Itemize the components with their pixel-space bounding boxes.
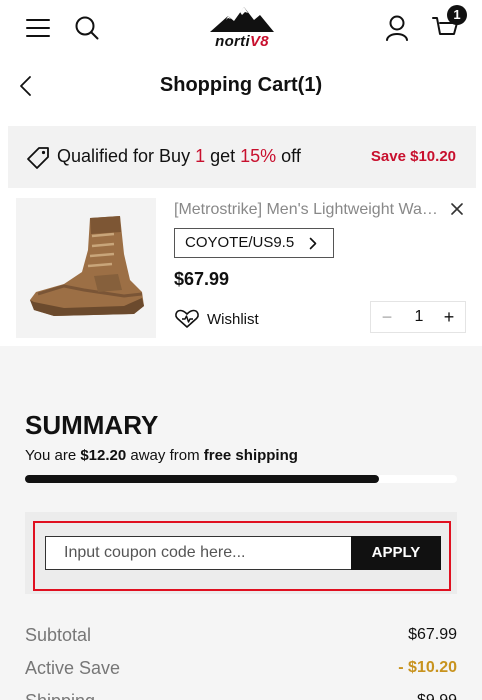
shipping-value: $9.99 <box>417 692 457 700</box>
apply-coupon-button[interactable]: APPLY <box>351 536 441 570</box>
coupon-highlight-outline: APPLY <box>33 521 451 591</box>
active-save-row: Active Save - $10.20 <box>25 658 457 684</box>
chevron-right-icon <box>309 237 317 250</box>
hamburger-menu-icon[interactable] <box>26 18 50 38</box>
free-shipping-progress-fill <box>25 475 380 483</box>
free-shipping-progress-bar <box>25 475 457 483</box>
page-title: Shopping Cart(1) <box>159 74 323 96</box>
heart-plus-icon <box>175 309 199 328</box>
coupon-code-input[interactable] <box>45 536 353 570</box>
mountain-logo-icon <box>210 7 274 32</box>
shipping-label: Shipping <box>25 691 95 700</box>
wishlist-label: Wishlist <box>207 311 259 328</box>
hiking-boot-image <box>30 216 144 316</box>
product-image[interactable] <box>16 198 156 338</box>
promotion-banner: Qualified for Buy 1 get 15% off Save $10… <box>8 126 476 188</box>
quantity-increase-button[interactable]: + <box>437 306 461 330</box>
variant-label: COYOTE/US9.5 <box>185 234 295 251</box>
free-shipping-note: You are $12.20 away from free shipping <box>25 447 298 464</box>
summary-title: SUMMARY <box>25 410 159 440</box>
active-save-label: Active Save <box>25 658 121 678</box>
subtotal-row: Subtotal $67.99 <box>25 625 457 651</box>
variant-selector[interactable]: COYOTE/US9.5 <box>174 228 334 258</box>
page-title-bar: Shopping Cart(1) <box>0 64 482 108</box>
user-icon[interactable] <box>385 15 409 41</box>
promotion-save-amount: Save $10.20 <box>370 148 456 165</box>
search-icon[interactable] <box>74 15 100 41</box>
logo-text: nortiV8 <box>215 33 269 50</box>
subtotal-label: Subtotal <box>25 625 92 645</box>
shipping-row: Shipping $9.99 <box>25 691 457 700</box>
product-price: $67.99 <box>174 269 230 289</box>
subtotal-value: $67.99 <box>408 626 457 643</box>
product-name[interactable]: [Metrostrike] Men's Lightweight Waterpro… <box>174 201 442 219</box>
brand-logo[interactable]: nortiV8 <box>200 4 284 50</box>
top-navigation-bar: nortiV8 1 <box>0 0 482 56</box>
cart-count-badge: 1 <box>447 5 467 25</box>
quantity-stepper: − 1 + <box>370 301 466 333</box>
coupon-section: APPLY <box>25 512 457 594</box>
order-summary: SUMMARY You are $12.20 away from free sh… <box>0 346 482 700</box>
remove-item-close-icon[interactable] <box>451 203 463 215</box>
promotion-text: Qualified for Buy 1 get 15% off <box>57 146 301 166</box>
tag-icon <box>27 147 49 169</box>
cart-item: [Metrostrike] Men's Lightweight Waterpro… <box>0 192 482 342</box>
active-save-value: - $10.20 <box>398 659 457 676</box>
